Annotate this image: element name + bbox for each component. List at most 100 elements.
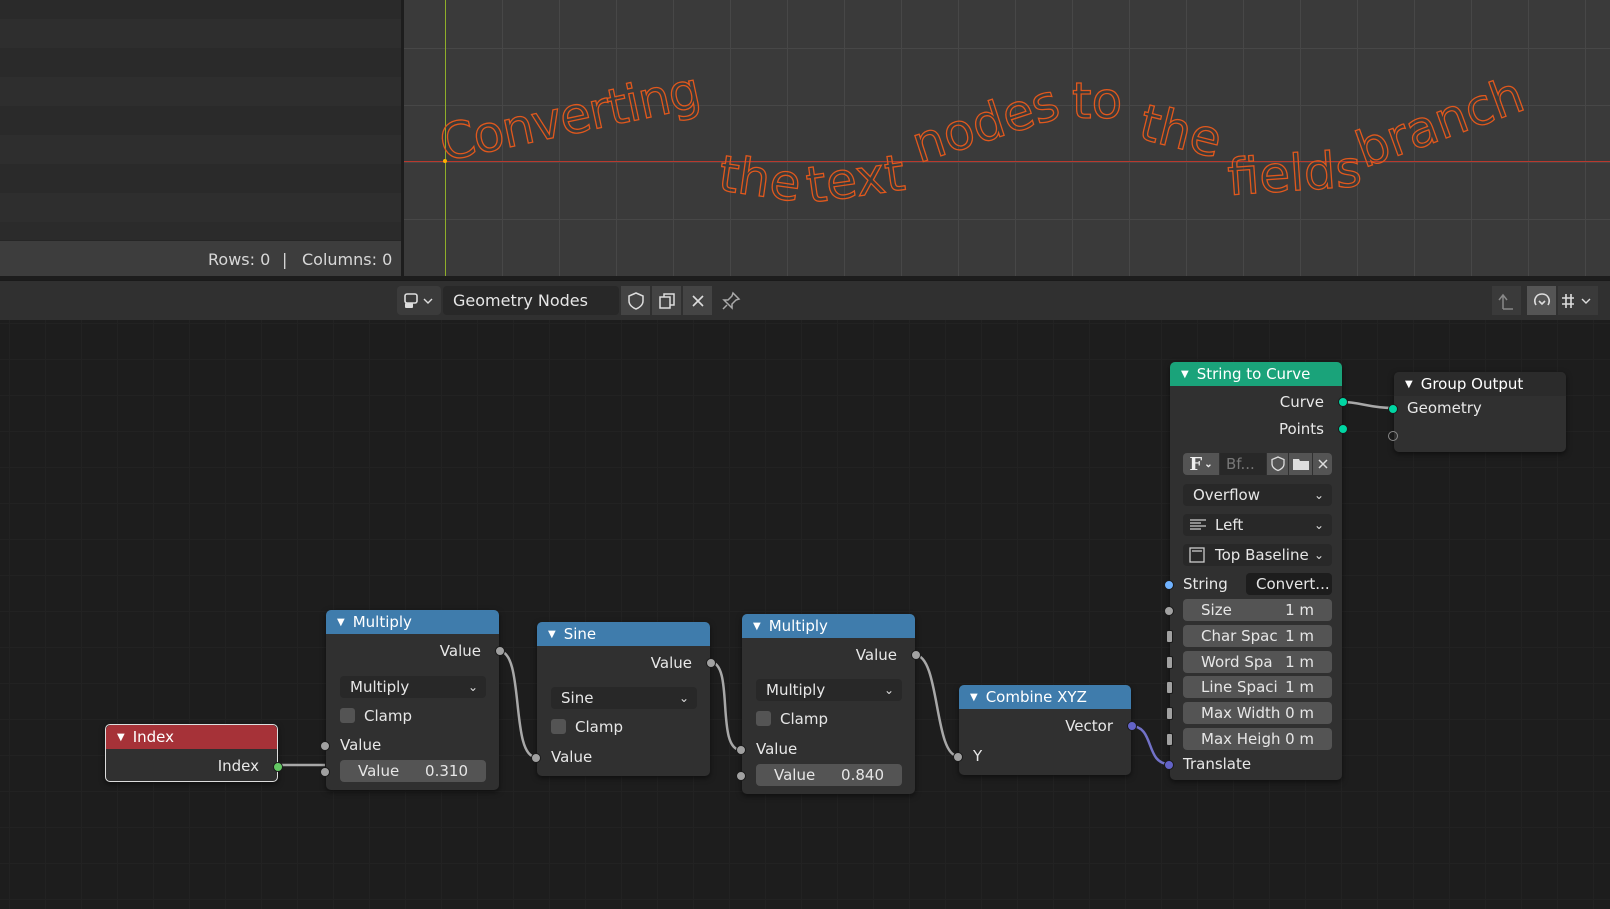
word-spacing-socket[interactable] — [1166, 656, 1173, 669]
node-editor-canvas[interactable]: ▼ Index Index ▼ Multiply Value Multiply ⌄ C… — [0, 320, 1610, 909]
size-field[interactable]: Size 1 m — [1183, 599, 1332, 621]
string-input-socket[interactable] — [1164, 580, 1174, 590]
multiply-node-1[interactable]: ▼ Multiply Value Multiply ⌄ Clamp Value Va… — [320, 610, 505, 790]
field-value: 1 m — [1285, 601, 1314, 619]
string-to-curve-header[interactable]: ▼ String to Curve — [1170, 362, 1342, 386]
sine-node-header[interactable]: ▼ Sine — [537, 622, 710, 646]
collapse-icon[interactable]: ▼ — [117, 726, 125, 750]
align-top-icon — [1189, 547, 1205, 563]
multiply-1-clamp-checkbox[interactable]: Clamp — [340, 706, 412, 726]
collapse-icon[interactable]: ▼ — [548, 623, 556, 647]
font-unlink-button[interactable] — [1313, 453, 1332, 475]
multiply-1-operation-dropdown[interactable]: Multiply ⌄ — [340, 676, 486, 698]
snap-toggle[interactable] — [1527, 286, 1556, 315]
parent-node-tree-button[interactable] — [1492, 286, 1521, 315]
chevron-down-icon: ⌄ — [883, 683, 894, 697]
max-height-socket[interactable] — [1166, 733, 1173, 746]
char-spacing-field[interactable]: Char Spac 1 m — [1183, 625, 1332, 647]
editor-type-button[interactable] — [397, 286, 441, 315]
geometry-input-socket[interactable] — [1388, 404, 1398, 414]
index-node-header[interactable]: ▼ Index — [106, 725, 277, 749]
multiply-2-output-socket[interactable] — [911, 650, 921, 660]
overflow-dropdown[interactable]: Overflow ⌄ — [1183, 484, 1332, 506]
link-multiply-to-sine — [498, 649, 537, 759]
field-value: 0.310 — [425, 762, 468, 780]
multiply-node-2-header[interactable]: ▼ Multiply — [742, 614, 915, 638]
max-width-field[interactable]: Max Width 0 m — [1183, 702, 1332, 724]
multiply-2-operation-dropdown[interactable]: Multiply ⌄ — [756, 679, 902, 701]
collapse-icon[interactable]: ▼ — [1405, 373, 1413, 397]
dropdown-value: Top Baseline — [1215, 546, 1309, 564]
sine-operation-dropdown[interactable]: Sine ⌄ — [551, 687, 697, 709]
curve-word: the — [1134, 93, 1228, 169]
sine-input-socket[interactable] — [531, 753, 541, 763]
dropdown-value: Left — [1215, 516, 1244, 534]
collapse-icon[interactable]: ▼ — [1181, 363, 1189, 387]
max-width-socket[interactable] — [1166, 707, 1173, 720]
char-spacing-socket[interactable] — [1166, 630, 1173, 643]
sine-clamp-checkbox[interactable]: Clamp — [551, 717, 623, 737]
field-label: Line Spaci — [1201, 678, 1278, 696]
size-socket[interactable] — [1164, 606, 1174, 616]
combine-xyz-node[interactable]: ▼ Combine XYZ Vector Y — [953, 685, 1137, 775]
node-title: Combine XYZ — [985, 688, 1087, 706]
pin-button[interactable] — [720, 290, 742, 316]
index-node[interactable]: ▼ Index Index — [105, 724, 283, 782]
dropdown-value: Overflow — [1193, 486, 1260, 504]
spreadsheet-row — [0, 106, 401, 135]
duplicate-button[interactable] — [652, 286, 681, 315]
multiply-1-output-socket[interactable] — [495, 646, 505, 656]
chevron-down-icon: ⌄ — [467, 680, 478, 694]
align-x-dropdown[interactable]: Left ⌄ — [1183, 514, 1332, 536]
spreadsheet-row — [0, 19, 401, 48]
snap-icon — [1533, 292, 1550, 305]
collapse-icon[interactable]: ▼ — [337, 611, 345, 635]
points-output-socket[interactable] — [1338, 424, 1348, 434]
field-label: Char Spac — [1201, 627, 1278, 645]
arrow-up-icon — [1497, 293, 1513, 310]
font-open-button[interactable] — [1289, 453, 1312, 475]
node-title: Multiply — [768, 617, 828, 635]
group-output-node[interactable]: ▼ Group Output Geometry — [1388, 372, 1566, 452]
string-to-curve-node[interactable]: ▼ String to Curve Curve Points F ⌄ Bf... O… — [1164, 362, 1348, 780]
font-browse-button[interactable]: F ⌄ — [1183, 453, 1219, 475]
multiply-2-input-socket-b[interactable] — [736, 771, 746, 781]
curve-output-socket[interactable] — [1338, 397, 1348, 407]
max-height-field[interactable]: Max Heigh 0 m — [1183, 728, 1332, 750]
combine-vector-socket[interactable] — [1127, 721, 1137, 731]
multiply-node-1-header[interactable]: ▼ Multiply — [326, 610, 499, 634]
footer-separator: | — [282, 250, 288, 269]
sine-output-socket[interactable] — [706, 658, 716, 668]
multiply-1-value-field[interactable]: Value 0.310 — [340, 760, 486, 782]
index-output-socket[interactable] — [273, 762, 283, 772]
checkbox-label: Clamp — [364, 707, 412, 725]
translate-socket[interactable] — [1164, 760, 1174, 770]
string-value-field[interactable]: Convert... — [1246, 573, 1332, 595]
fake-user-button[interactable] — [621, 286, 650, 315]
font-name-field[interactable]: Bf... — [1220, 453, 1266, 475]
font-fake-user-button[interactable] — [1267, 453, 1288, 475]
line-spacing-field[interactable]: Line Spaci 1 m — [1183, 676, 1332, 698]
sine-node[interactable]: ▼ Sine Value Sine ⌄ Clamp Value — [531, 622, 716, 776]
collapse-icon[interactable]: ▼ — [753, 615, 761, 639]
overlay-dropdown[interactable] — [1558, 286, 1598, 315]
multiply-2-clamp-checkbox[interactable]: Clamp — [756, 709, 828, 729]
align-y-dropdown[interactable]: Top Baseline ⌄ — [1183, 544, 1332, 566]
unlink-button[interactable] — [683, 286, 712, 315]
multiply-2-input-socket-a[interactable] — [736, 745, 746, 755]
3d-viewport[interactable]: Converting the text nodes to the fields … — [404, 0, 1610, 276]
shield-icon — [627, 291, 644, 310]
collapse-icon[interactable]: ▼ — [970, 686, 978, 710]
multiply-1-input-socket-a[interactable] — [320, 741, 330, 751]
group-output-header[interactable]: ▼ Group Output — [1394, 372, 1566, 396]
multiply-2-value-field[interactable]: Value 0.840 — [756, 764, 902, 786]
empty-input-socket[interactable] — [1388, 431, 1398, 441]
multiply-node-2[interactable]: ▼ Multiply Value Multiply ⌄ Clamp Value Va… — [736, 614, 921, 794]
line-spacing-socket[interactable] — [1166, 681, 1173, 694]
word-spacing-field[interactable]: Word Spa 1 m — [1183, 651, 1332, 673]
node-group-selector[interactable]: Geometry Nodes — [443, 286, 619, 315]
combine-y-socket[interactable] — [953, 752, 963, 762]
multiply-1-input-socket-b[interactable] — [320, 767, 330, 777]
link-combine-to-translate — [1130, 724, 1170, 766]
combine-xyz-header[interactable]: ▼ Combine XYZ — [959, 685, 1131, 709]
